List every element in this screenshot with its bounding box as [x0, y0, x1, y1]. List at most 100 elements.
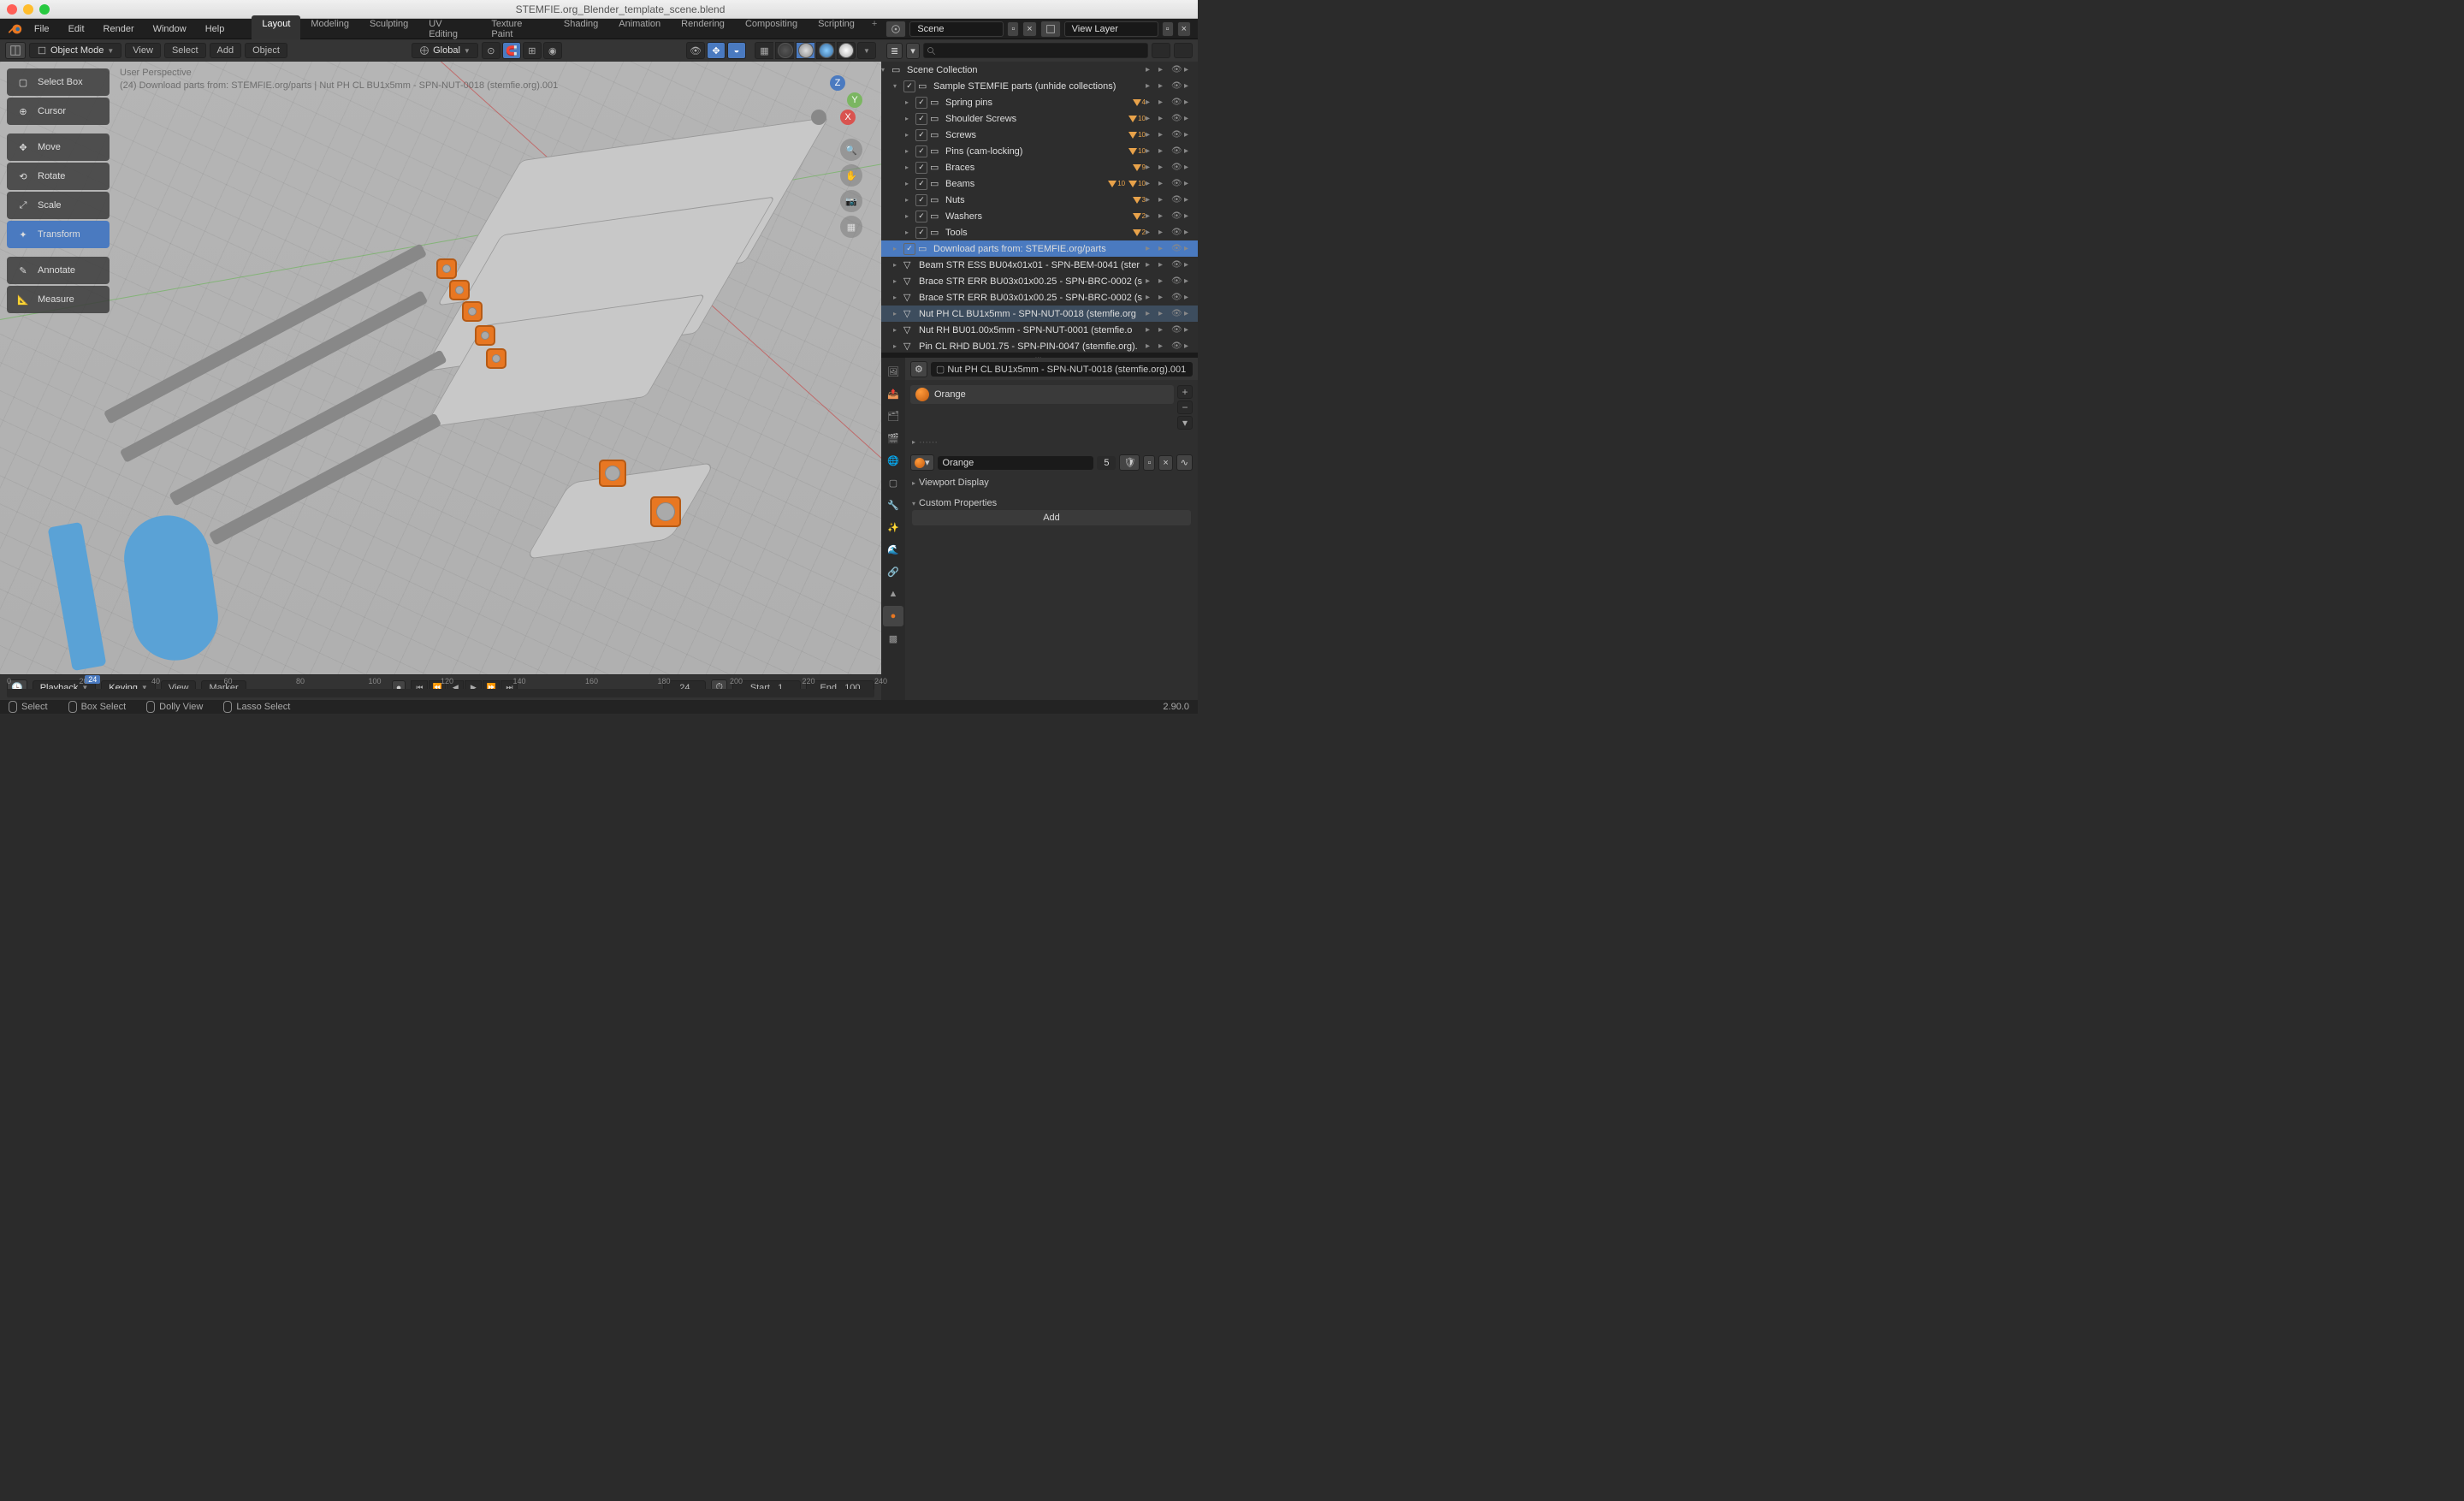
disable-toggle[interactable]: ▸: [1184, 260, 1194, 270]
menu-render[interactable]: Render: [95, 21, 143, 37]
exclude-toggle[interactable]: ▸: [1146, 146, 1156, 156]
checkbox[interactable]: [915, 194, 927, 206]
disable-toggle[interactable]: ▸: [1184, 325, 1194, 335]
neg-axis-ball[interactable]: [811, 110, 826, 125]
material-users[interactable]: 5: [1097, 456, 1116, 470]
disable-toggle[interactable]: ▸: [1184, 98, 1194, 107]
object-props-icon[interactable]: ▢: [883, 472, 903, 493]
disable-toggle[interactable]: ▸: [1184, 114, 1194, 123]
hide-toggle[interactable]: 👁: [1171, 146, 1182, 156]
exclude-toggle[interactable]: ▸: [1146, 114, 1156, 123]
slot-menu-icon[interactable]: ▾: [1177, 416, 1193, 430]
select-menu[interactable]: Select: [164, 43, 206, 58]
outliner-tree[interactable]: ▾▭Scene Collection▸▸👁▸▾▭Sample STEMFIE p…: [881, 62, 1198, 353]
blender-logo-icon[interactable]: [7, 21, 24, 38]
tool-measure[interactable]: 📐Measure: [7, 286, 110, 313]
maximize-icon[interactable]: [39, 4, 50, 15]
overlays-toggle-icon[interactable]: ◒: [727, 42, 746, 59]
disable-toggle[interactable]: ▸: [1184, 244, 1194, 253]
select-toggle[interactable]: ▸: [1158, 244, 1169, 253]
exclude-toggle[interactable]: ▸: [1146, 244, 1156, 253]
pivot-icon[interactable]: ⊙: [482, 42, 500, 59]
menu-window[interactable]: Window: [145, 21, 195, 37]
exclude-toggle[interactable]: ▸: [1146, 309, 1156, 318]
exclude-toggle[interactable]: ▸: [1146, 163, 1156, 172]
scene-delete-icon[interactable]: ×: [1022, 21, 1036, 37]
mode-dropdown[interactable]: Object Mode ▼: [29, 43, 121, 58]
hide-toggle[interactable]: 👁: [1171, 211, 1182, 221]
exclude-toggle[interactable]: ▸: [1146, 325, 1156, 335]
hide-toggle[interactable]: 👁: [1171, 325, 1182, 335]
exclude-toggle[interactable]: ▸: [1146, 65, 1156, 74]
new-collection-icon[interactable]: [1174, 43, 1193, 58]
tab-modeling[interactable]: Modeling: [300, 15, 359, 43]
viewport-display-panel-header[interactable]: ▸Viewport Display: [912, 478, 1191, 488]
particle-props-icon[interactable]: ✨: [883, 517, 903, 537]
tool-select-box[interactable]: ▢Select Box: [7, 68, 110, 96]
checkbox[interactable]: [915, 129, 927, 141]
visibility-icon[interactable]: 👁: [686, 42, 705, 59]
hide-toggle[interactable]: 👁: [1171, 260, 1182, 270]
disable-toggle[interactable]: ▸: [1184, 163, 1194, 172]
tool-annotate[interactable]: ✎Annotate: [7, 257, 110, 284]
checkbox[interactable]: [903, 80, 915, 92]
custom-properties-panel-header[interactable]: ▾Custom Properties: [912, 498, 1191, 508]
texture-props-icon[interactable]: ▩: [883, 628, 903, 649]
outliner-search[interactable]: [923, 43, 1148, 58]
nut-object[interactable]: [486, 348, 506, 369]
collection-row[interactable]: ▸▭Tools2▸▸👁▸: [881, 224, 1198, 240]
outliner-editor-icon[interactable]: ≣: [886, 43, 903, 59]
snap-toggle-icon[interactable]: 🧲: [502, 42, 521, 59]
shading-wireframe-icon[interactable]: [775, 42, 794, 59]
exclude-toggle[interactable]: ▸: [1146, 293, 1156, 302]
collection-row[interactable]: ▸▭Spring pins4▸▸👁▸: [881, 94, 1198, 110]
hide-toggle[interactable]: 👁: [1171, 81, 1182, 91]
collection-row[interactable]: ▸▭Shoulder Screws10▸▸👁▸: [881, 110, 1198, 127]
select-toggle[interactable]: ▸: [1158, 293, 1169, 302]
material-name-field[interactable]: Orange: [938, 456, 1094, 470]
viewlayer-browse-icon[interactable]: [1040, 21, 1061, 38]
disable-toggle[interactable]: ▸: [1184, 146, 1194, 156]
disable-toggle[interactable]: ▸: [1184, 65, 1194, 74]
select-toggle[interactable]: ▸: [1158, 325, 1169, 335]
tab-shading[interactable]: Shading: [554, 15, 608, 43]
tab-compositing[interactable]: Compositing: [735, 15, 808, 43]
material-props-icon[interactable]: ●: [883, 606, 903, 626]
fake-user-icon[interactable]: 🛡: [1119, 454, 1140, 471]
tab-uv[interactable]: UV Editing: [418, 15, 481, 43]
checkbox[interactable]: [915, 97, 927, 109]
gizmo-toggle-icon[interactable]: ✥: [707, 42, 726, 59]
z-axis-ball[interactable]: Z: [830, 75, 845, 91]
hide-toggle[interactable]: 👁: [1171, 309, 1182, 318]
modifier-props-icon[interactable]: 🔧: [883, 495, 903, 515]
select-toggle[interactable]: ▸: [1158, 81, 1169, 91]
select-toggle[interactable]: ▸: [1158, 341, 1169, 351]
hide-toggle[interactable]: 👁: [1171, 98, 1182, 107]
object-row[interactable]: ▸▽Brace STR ERR BU03x01x00.25 - SPN-BRC-…: [881, 289, 1198, 306]
exclude-toggle[interactable]: ▸: [1146, 211, 1156, 221]
constraint-props-icon[interactable]: 🔗: [883, 561, 903, 582]
scene-browse-icon[interactable]: [886, 21, 906, 38]
object-row[interactable]: ▸▽Pin CL RHD BU01.75 - SPN-PIN-0047 (ste…: [881, 338, 1198, 353]
object-row[interactable]: ▸▽Beam STR ESS BU04x01x01 - SPN-BEM-0041…: [881, 257, 1198, 273]
scene-props-icon[interactable]: 🎬: [883, 428, 903, 448]
disable-toggle[interactable]: ▸: [1184, 293, 1194, 302]
checkbox[interactable]: [915, 211, 927, 222]
nut-object[interactable]: [462, 301, 483, 322]
hide-toggle[interactable]: 👁: [1171, 114, 1182, 123]
collection-row[interactable]: ▸▭Screws10▸▸👁▸: [881, 127, 1198, 143]
minimize-icon[interactable]: [23, 4, 33, 15]
new-material-icon[interactable]: ▫: [1143, 455, 1155, 471]
select-toggle[interactable]: ▸: [1158, 309, 1169, 318]
disable-toggle[interactable]: ▸: [1184, 179, 1194, 188]
tab-scripting[interactable]: Scripting: [808, 15, 865, 43]
nut-object[interactable]: [436, 258, 457, 279]
hide-toggle[interactable]: 👁: [1171, 130, 1182, 139]
disable-toggle[interactable]: ▸: [1184, 309, 1194, 318]
output-props-icon[interactable]: 📤: [883, 383, 903, 404]
camera-view-icon[interactable]: 📷: [840, 190, 862, 212]
checkbox[interactable]: [915, 145, 927, 157]
scene-new-icon[interactable]: ▫: [1007, 21, 1019, 37]
select-toggle[interactable]: ▸: [1158, 195, 1169, 205]
disable-toggle[interactable]: ▸: [1184, 211, 1194, 221]
